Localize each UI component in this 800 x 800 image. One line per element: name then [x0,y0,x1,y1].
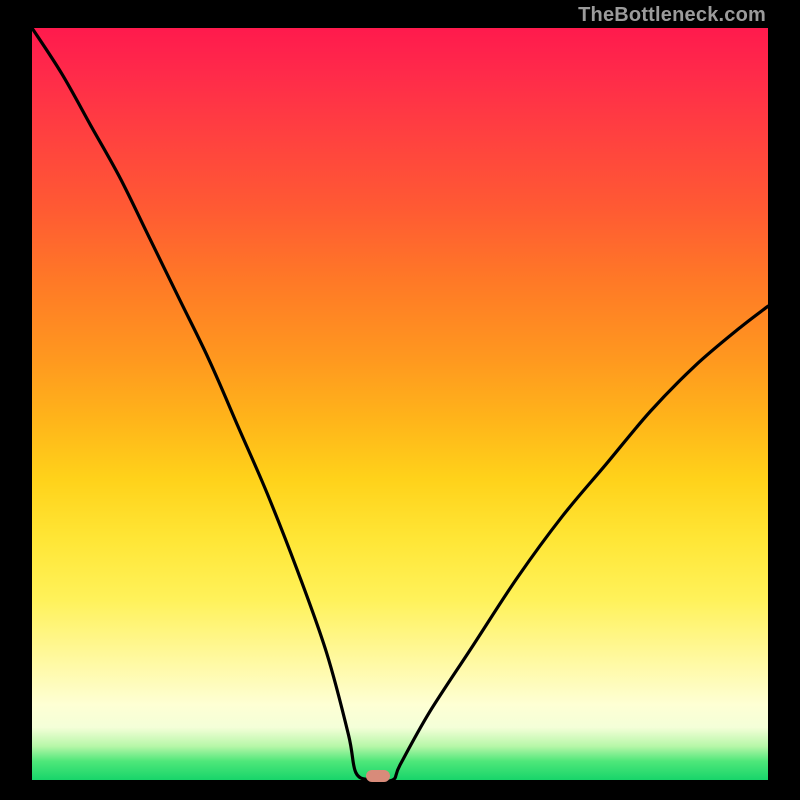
bottleneck-curve [32,28,768,780]
chart-frame: TheBottleneck.com [0,0,800,800]
plot-area [32,28,768,780]
optimal-point-marker [366,770,390,782]
watermark-text: TheBottleneck.com [578,4,766,27]
